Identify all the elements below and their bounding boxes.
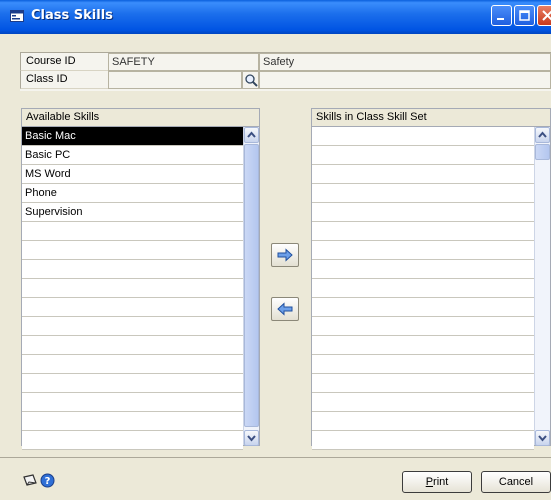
list-item-empty[interactable] (312, 336, 534, 355)
help-icon[interactable]: ? (40, 473, 55, 488)
list-item-empty[interactable] (22, 298, 243, 317)
chevron-down-icon (247, 435, 256, 442)
list-item-empty[interactable] (312, 412, 534, 431)
list-item-empty[interactable] (312, 431, 534, 450)
list-item-empty[interactable] (22, 374, 243, 393)
list-item-empty[interactable] (312, 146, 534, 165)
list-item-empty[interactable] (312, 317, 534, 336)
remove-skill-button[interactable] (271, 297, 299, 321)
minimize-icon (497, 18, 504, 20)
chevron-up-icon (538, 131, 547, 138)
list-item-empty[interactable] (312, 393, 534, 412)
list-item-empty[interactable] (312, 298, 534, 317)
class-id-lookup-button[interactable] (242, 71, 259, 89)
title-bar[interactable]: Class Skills (0, 0, 551, 34)
close-button[interactable] (537, 5, 551, 26)
list-item-empty[interactable] (312, 222, 534, 241)
available-skills-list[interactable]: Available Skills Basic Mac Basic PC MS W… (21, 108, 260, 450)
print-button[interactable]: Print (402, 471, 472, 493)
list-item[interactable]: Basic PC (22, 146, 243, 165)
list-item[interactable]: Supervision (22, 203, 243, 222)
chevron-up-icon (247, 131, 256, 138)
list-item-empty[interactable] (312, 241, 534, 260)
list-item-empty[interactable] (22, 241, 243, 260)
add-skill-button[interactable] (271, 243, 299, 267)
course-description-field: Safety (259, 53, 551, 71)
class-id-field[interactable] (108, 71, 242, 89)
scroll-up-button[interactable] (535, 127, 550, 143)
scroll-down-button[interactable] (244, 430, 259, 446)
move-right-icon (277, 248, 293, 262)
maximize-icon (519, 10, 530, 21)
available-skills-header: Available Skills (22, 109, 259, 127)
list-item-empty[interactable] (312, 279, 534, 298)
course-id-field[interactable]: SAFETY (108, 53, 259, 71)
list-item-empty[interactable] (312, 355, 534, 374)
list-item-empty[interactable] (22, 260, 243, 279)
available-skills-scrollbar[interactable] (243, 127, 259, 446)
move-left-icon (277, 302, 293, 316)
scroll-down-button[interactable] (535, 430, 550, 446)
status-divider (0, 457, 551, 458)
list-item-empty[interactable] (22, 393, 243, 412)
course-id-label: Course ID (20, 53, 108, 71)
list-item[interactable]: Phone (22, 184, 243, 203)
class-description-field (259, 71, 551, 89)
class-skills-list[interactable]: Skills in Class Skill Set (311, 108, 551, 450)
class-skills-rows (312, 127, 534, 450)
print-button-label: rint (433, 476, 449, 488)
lookup-icon (245, 74, 258, 87)
list-item-empty[interactable] (312, 127, 534, 146)
class-skills-header: Skills in Class Skill Set (312, 109, 550, 127)
scroll-thumb[interactable] (244, 144, 259, 427)
scroll-thumb[interactable] (535, 144, 550, 160)
window-title: Class Skills (31, 8, 113, 23)
list-item-empty[interactable] (312, 165, 534, 184)
available-skills-rows: Basic Mac Basic PC MS Word Phone Supervi… (22, 127, 243, 450)
list-item-empty[interactable] (312, 184, 534, 203)
class-id-label: Class ID (20, 71, 108, 89)
window-icon (10, 10, 24, 22)
list-item-empty[interactable] (22, 412, 243, 431)
list-item[interactable]: MS Word (22, 165, 243, 184)
list-item-empty[interactable] (22, 431, 243, 450)
note-icon[interactable] (22, 473, 38, 487)
scroll-up-button[interactable] (244, 127, 259, 143)
list-item[interactable]: Basic Mac (22, 127, 243, 146)
svg-text:?: ? (45, 476, 51, 487)
list-item-empty[interactable] (312, 203, 534, 222)
maximize-button[interactable] (514, 5, 535, 26)
list-item-empty[interactable] (22, 317, 243, 336)
minimize-button[interactable] (491, 5, 512, 26)
close-icon (542, 10, 551, 21)
chevron-down-icon (538, 435, 547, 442)
list-item-empty[interactable] (22, 355, 243, 374)
print-button-accelerator: P (425, 476, 434, 488)
class-skills-scrollbar[interactable] (534, 127, 550, 446)
list-item-empty[interactable] (22, 279, 243, 298)
class-skills-window: Class Skills Course ID SAFETY Safety Cla… (0, 0, 551, 500)
list-item-empty[interactable] (312, 374, 534, 393)
list-item-empty[interactable] (312, 260, 534, 279)
list-item-empty[interactable] (22, 336, 243, 355)
list-item-empty[interactable] (22, 222, 243, 241)
cancel-button[interactable]: Cancel (481, 471, 551, 493)
